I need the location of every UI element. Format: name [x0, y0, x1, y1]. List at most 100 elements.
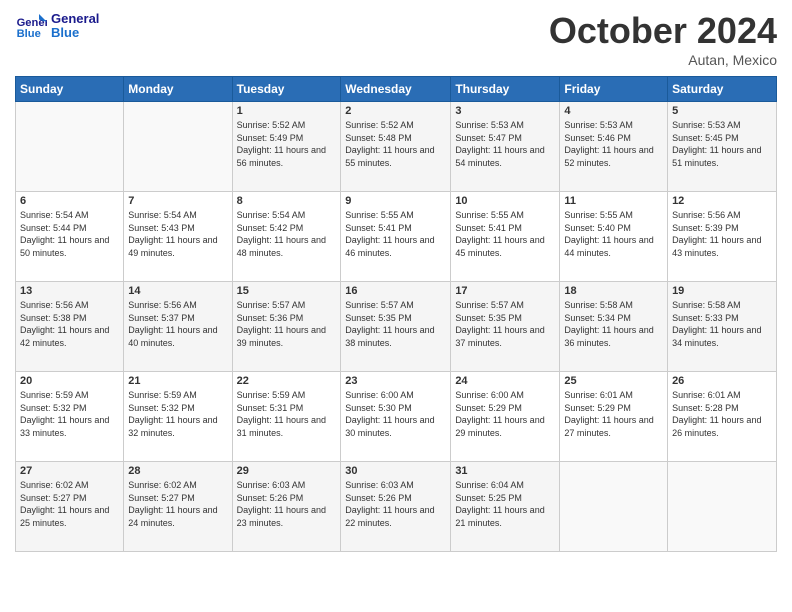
- day-info: Sunrise: 5:57 AMSunset: 5:36 PMDaylight:…: [237, 299, 337, 349]
- day-info: Sunrise: 5:54 AMSunset: 5:42 PMDaylight:…: [237, 209, 337, 259]
- day-info: Sunrise: 5:53 AMSunset: 5:45 PMDaylight:…: [672, 119, 772, 169]
- calendar-cell: 19 Sunrise: 5:58 AMSunset: 5:33 PMDayligh…: [668, 282, 777, 372]
- day-number: 17: [455, 285, 555, 297]
- calendar-cell: 18 Sunrise: 5:58 AMSunset: 5:34 PMDayligh…: [560, 282, 668, 372]
- logo: General Blue General Blue: [15, 10, 99, 42]
- day-info: Sunrise: 6:03 AMSunset: 5:26 PMDaylight:…: [345, 479, 446, 529]
- day-number: 22: [237, 375, 337, 387]
- day-number: 3: [455, 105, 555, 117]
- day-number: 16: [345, 285, 446, 297]
- day-info: Sunrise: 6:04 AMSunset: 5:25 PMDaylight:…: [455, 479, 555, 529]
- day-info: Sunrise: 5:52 AMSunset: 5:48 PMDaylight:…: [345, 119, 446, 169]
- day-info: Sunrise: 5:52 AMSunset: 5:49 PMDaylight:…: [237, 119, 337, 169]
- calendar-cell: 27 Sunrise: 6:02 AMSunset: 5:27 PMDayligh…: [16, 462, 124, 552]
- calendar-cell: 7Sunrise: 5:54 AMSunset: 5:43 PMDaylight…: [124, 192, 232, 282]
- location: Autan, Mexico: [549, 52, 777, 68]
- day-info: Sunrise: 5:59 AMSunset: 5:32 PMDaylight:…: [20, 389, 119, 439]
- calendar-cell: 13 Sunrise: 5:56 AMSunset: 5:38 PMDayligh…: [16, 282, 124, 372]
- calendar-cell: 2 Sunrise: 5:52 AMSunset: 5:48 PMDaylight…: [341, 102, 451, 192]
- month-title: October 2024: [549, 10, 777, 52]
- day-info: Sunrise: 6:03 AMSunset: 5:26 PMDaylight:…: [237, 479, 337, 529]
- day-info: Sunrise: 6:01 AMSunset: 5:29 PMDaylight:…: [564, 389, 663, 439]
- day-info: Sunrise: 5:57 AMSunset: 5:35 PMDaylight:…: [455, 299, 555, 349]
- calendar-cell: [668, 462, 777, 552]
- calendar-cell: 11Sunrise: 5:55 AMSunset: 5:40 PMDayligh…: [560, 192, 668, 282]
- calendar-cell: 26 Sunrise: 6:01 AMSunset: 5:28 PMDayligh…: [668, 372, 777, 462]
- day-number: 5: [672, 105, 772, 117]
- calendar-cell: 14 Sunrise: 5:56 AMSunset: 5:37 PMDayligh…: [124, 282, 232, 372]
- calendar-cell: 28 Sunrise: 6:02 AMSunset: 5:27 PMDayligh…: [124, 462, 232, 552]
- day-number: 14: [128, 285, 227, 297]
- calendar-cell: 16 Sunrise: 5:57 AMSunset: 5:35 PMDayligh…: [341, 282, 451, 372]
- day-info: Sunrise: 5:58 AMSunset: 5:34 PMDaylight:…: [564, 299, 663, 349]
- logo-blue: Blue: [51, 26, 99, 40]
- calendar-cell: 15 Sunrise: 5:57 AMSunset: 5:36 PMDayligh…: [232, 282, 341, 372]
- day-info: Sunrise: 6:02 AMSunset: 5:27 PMDaylight:…: [128, 479, 227, 529]
- day-number: 18: [564, 285, 663, 297]
- calendar-cell: 29 Sunrise: 6:03 AMSunset: 5:26 PMDayligh…: [232, 462, 341, 552]
- page: General Blue General Blue October 2024 A…: [0, 0, 792, 567]
- logo-icon: General Blue: [15, 10, 47, 42]
- day-number: 12: [672, 195, 772, 207]
- day-number: 2: [345, 105, 446, 117]
- day-number: 10: [455, 195, 555, 207]
- calendar-cell: 30 Sunrise: 6:03 AMSunset: 5:26 PMDayligh…: [341, 462, 451, 552]
- day-info: Sunrise: 5:58 AMSunset: 5:33 PMDaylight:…: [672, 299, 772, 349]
- day-number: 21: [128, 375, 227, 387]
- day-info: Sunrise: 5:54 AMSunset: 5:43 PMDaylight:…: [128, 209, 227, 259]
- calendar-week-2: 6Sunrise: 5:54 AMSunset: 5:44 PMDaylight…: [16, 192, 777, 282]
- calendar-week-1: 1 Sunrise: 5:52 AMSunset: 5:49 PMDaylight…: [16, 102, 777, 192]
- col-header-saturday: Saturday: [668, 77, 777, 102]
- calendar-cell: 21Sunrise: 5:59 AMSunset: 5:32 PMDayligh…: [124, 372, 232, 462]
- day-info: Sunrise: 6:02 AMSunset: 5:27 PMDaylight:…: [20, 479, 119, 529]
- day-number: 23: [345, 375, 446, 387]
- day-number: 1: [237, 105, 337, 117]
- col-header-wednesday: Wednesday: [341, 77, 451, 102]
- calendar-cell: 23 Sunrise: 6:00 AMSunset: 5:30 PMDayligh…: [341, 372, 451, 462]
- col-header-friday: Friday: [560, 77, 668, 102]
- title-area: October 2024 Autan, Mexico: [549, 10, 777, 68]
- calendar-week-5: 27 Sunrise: 6:02 AMSunset: 5:27 PMDayligh…: [16, 462, 777, 552]
- day-number: 11: [564, 195, 663, 207]
- day-number: 24: [455, 375, 555, 387]
- day-info: Sunrise: 5:55 AMSunset: 5:41 PMDaylight:…: [455, 209, 555, 259]
- day-number: 30: [345, 465, 446, 477]
- calendar-week-3: 13 Sunrise: 5:56 AMSunset: 5:38 PMDayligh…: [16, 282, 777, 372]
- day-info: Sunrise: 5:56 AMSunset: 5:38 PMDaylight:…: [20, 299, 119, 349]
- day-number: 28: [128, 465, 227, 477]
- calendar-cell: [16, 102, 124, 192]
- day-number: 27: [20, 465, 119, 477]
- calendar-cell: 1 Sunrise: 5:52 AMSunset: 5:49 PMDaylight…: [232, 102, 341, 192]
- day-info: Sunrise: 6:00 AMSunset: 5:30 PMDaylight:…: [345, 389, 446, 439]
- calendar-cell: 3 Sunrise: 5:53 AMSunset: 5:47 PMDaylight…: [451, 102, 560, 192]
- day-info: Sunrise: 5:56 AMSunset: 5:39 PMDaylight:…: [672, 209, 772, 259]
- day-number: 19: [672, 285, 772, 297]
- calendar-cell: 12 Sunrise: 5:56 AMSunset: 5:39 PMDayligh…: [668, 192, 777, 282]
- day-info: Sunrise: 5:53 AMSunset: 5:46 PMDaylight:…: [564, 119, 663, 169]
- calendar-cell: [124, 102, 232, 192]
- day-number: 20: [20, 375, 119, 387]
- day-info: Sunrise: 6:01 AMSunset: 5:28 PMDaylight:…: [672, 389, 772, 439]
- calendar-cell: 4Sunrise: 5:53 AMSunset: 5:46 PMDaylight…: [560, 102, 668, 192]
- svg-text:Blue: Blue: [17, 28, 41, 40]
- calendar-cell: 22Sunrise: 5:59 AMSunset: 5:31 PMDayligh…: [232, 372, 341, 462]
- logo-general: General: [51, 12, 99, 26]
- day-info: Sunrise: 5:56 AMSunset: 5:37 PMDaylight:…: [128, 299, 227, 349]
- col-header-tuesday: Tuesday: [232, 77, 341, 102]
- day-info: Sunrise: 6:00 AMSunset: 5:29 PMDaylight:…: [455, 389, 555, 439]
- day-number: 29: [237, 465, 337, 477]
- day-info: Sunrise: 5:53 AMSunset: 5:47 PMDaylight:…: [455, 119, 555, 169]
- calendar-cell: 10 Sunrise: 5:55 AMSunset: 5:41 PMDayligh…: [451, 192, 560, 282]
- day-number: 26: [672, 375, 772, 387]
- col-header-monday: Monday: [124, 77, 232, 102]
- calendar-week-4: 20 Sunrise: 5:59 AMSunset: 5:32 PMDayligh…: [16, 372, 777, 462]
- calendar-cell: 31Sunrise: 6:04 AMSunset: 5:25 PMDayligh…: [451, 462, 560, 552]
- day-info: Sunrise: 5:55 AMSunset: 5:41 PMDaylight:…: [345, 209, 446, 259]
- day-info: Sunrise: 5:57 AMSunset: 5:35 PMDaylight:…: [345, 299, 446, 349]
- day-number: 6: [20, 195, 119, 207]
- calendar-cell: 9Sunrise: 5:55 AMSunset: 5:41 PMDaylight…: [341, 192, 451, 282]
- calendar-cell: 20 Sunrise: 5:59 AMSunset: 5:32 PMDayligh…: [16, 372, 124, 462]
- day-number: 13: [20, 285, 119, 297]
- day-number: 15: [237, 285, 337, 297]
- header: General Blue General Blue October 2024 A…: [15, 10, 777, 68]
